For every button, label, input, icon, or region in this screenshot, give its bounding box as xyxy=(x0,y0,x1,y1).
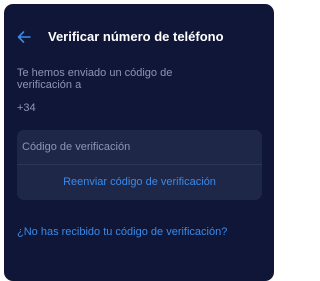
arrow-left-icon xyxy=(17,31,31,43)
verification-card: Código de verificación Reenviar código d… xyxy=(17,130,262,200)
code-not-received-link[interactable]: ¿No has recibido tu código de verificaci… xyxy=(17,226,227,238)
sent-code-message: Te hemos enviado un código de verificaci… xyxy=(17,67,173,91)
header: Verificar número de teléfono xyxy=(4,4,274,60)
back-button[interactable] xyxy=(16,30,32,44)
page-title: Verificar número de teléfono xyxy=(48,29,224,44)
verify-phone-screen: Verificar número de teléfono Te hemos en… xyxy=(4,4,274,281)
verification-code-placeholder: Código de verificación xyxy=(22,141,131,153)
phone-number: +34 xyxy=(17,102,36,114)
resend-code-button[interactable]: Reenviar código de verificación xyxy=(17,165,262,200)
verification-code-input[interactable]: Código de verificación xyxy=(17,130,262,163)
